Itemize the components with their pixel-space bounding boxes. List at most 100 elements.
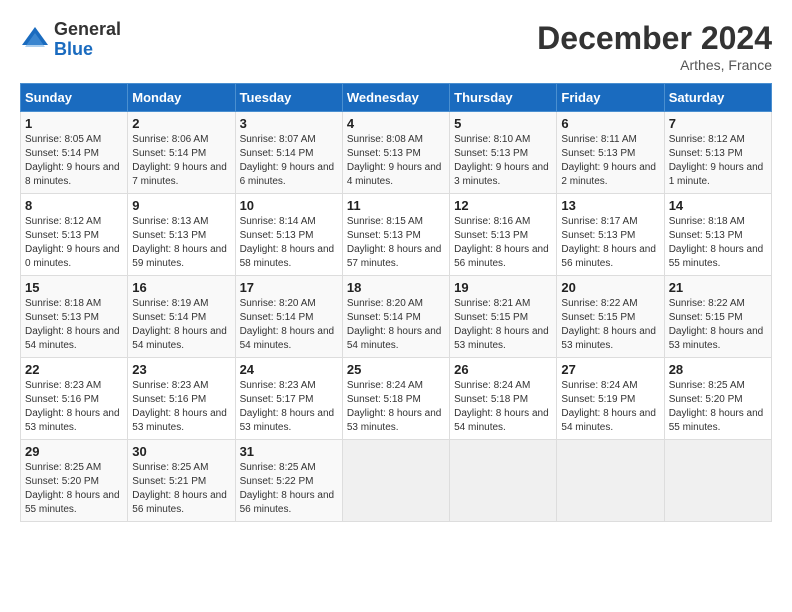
- table-row: 1 Sunrise: 8:05 AMSunset: 5:14 PMDayligh…: [21, 112, 128, 194]
- table-row: 13 Sunrise: 8:17 AMSunset: 5:13 PMDaylig…: [557, 194, 664, 276]
- page-header: General Blue December 2024 Arthes, Franc…: [20, 20, 772, 73]
- day-detail: Sunrise: 8:24 AMSunset: 5:19 PMDaylight:…: [561, 380, 656, 433]
- day-number: 28: [669, 362, 767, 377]
- table-row: 12 Sunrise: 8:16 AMSunset: 5:13 PMDaylig…: [450, 194, 557, 276]
- day-detail: Sunrise: 8:16 AMSunset: 5:13 PMDaylight:…: [454, 216, 549, 269]
- table-row: 2 Sunrise: 8:06 AMSunset: 5:14 PMDayligh…: [128, 112, 235, 194]
- title-block: December 2024 Arthes, France: [537, 20, 772, 73]
- day-detail: Sunrise: 8:14 AMSunset: 5:13 PMDaylight:…: [240, 216, 335, 269]
- table-row: 26 Sunrise: 8:24 AMSunset: 5:18 PMDaylig…: [450, 358, 557, 440]
- day-number: 27: [561, 362, 659, 377]
- day-number: 15: [25, 280, 123, 295]
- day-number: 18: [347, 280, 445, 295]
- table-row: [450, 440, 557, 522]
- day-number: 22: [25, 362, 123, 377]
- day-detail: Sunrise: 8:18 AMSunset: 5:13 PMDaylight:…: [25, 298, 120, 351]
- day-number: 24: [240, 362, 338, 377]
- day-number: 8: [25, 198, 123, 213]
- day-number: 17: [240, 280, 338, 295]
- table-row: 11 Sunrise: 8:15 AMSunset: 5:13 PMDaylig…: [342, 194, 449, 276]
- day-number: 2: [132, 116, 230, 131]
- table-row: [664, 440, 771, 522]
- day-number: 10: [240, 198, 338, 213]
- table-row: 10 Sunrise: 8:14 AMSunset: 5:13 PMDaylig…: [235, 194, 342, 276]
- day-number: 23: [132, 362, 230, 377]
- table-row: 20 Sunrise: 8:22 AMSunset: 5:15 PMDaylig…: [557, 276, 664, 358]
- table-row: 29 Sunrise: 8:25 AMSunset: 5:20 PMDaylig…: [21, 440, 128, 522]
- calendar-row: 1 Sunrise: 8:05 AMSunset: 5:14 PMDayligh…: [21, 112, 772, 194]
- day-detail: Sunrise: 8:18 AMSunset: 5:13 PMDaylight:…: [669, 216, 764, 269]
- table-row: 3 Sunrise: 8:07 AMSunset: 5:14 PMDayligh…: [235, 112, 342, 194]
- day-detail: Sunrise: 8:25 AMSunset: 5:20 PMDaylight:…: [25, 462, 120, 515]
- day-number: 25: [347, 362, 445, 377]
- logo-general: General: [54, 20, 121, 40]
- calendar-row: 8 Sunrise: 8:12 AMSunset: 5:13 PMDayligh…: [21, 194, 772, 276]
- table-row: 19 Sunrise: 8:21 AMSunset: 5:15 PMDaylig…: [450, 276, 557, 358]
- table-row: [342, 440, 449, 522]
- day-headers: Sunday Monday Tuesday Wednesday Thursday…: [21, 84, 772, 112]
- logo-icon: [20, 25, 50, 55]
- day-detail: Sunrise: 8:15 AMSunset: 5:13 PMDaylight:…: [347, 216, 442, 269]
- day-number: 19: [454, 280, 552, 295]
- day-detail: Sunrise: 8:12 AMSunset: 5:13 PMDaylight:…: [25, 216, 120, 269]
- logo: General Blue: [20, 20, 121, 60]
- day-number: 7: [669, 116, 767, 131]
- day-detail: Sunrise: 8:19 AMSunset: 5:14 PMDaylight:…: [132, 298, 227, 351]
- calendar-row: 22 Sunrise: 8:23 AMSunset: 5:16 PMDaylig…: [21, 358, 772, 440]
- header-saturday: Saturday: [664, 84, 771, 112]
- header-thursday: Thursday: [450, 84, 557, 112]
- day-detail: Sunrise: 8:23 AMSunset: 5:17 PMDaylight:…: [240, 380, 335, 433]
- table-row: 14 Sunrise: 8:18 AMSunset: 5:13 PMDaylig…: [664, 194, 771, 276]
- day-number: 3: [240, 116, 338, 131]
- day-detail: Sunrise: 8:23 AMSunset: 5:16 PMDaylight:…: [25, 380, 120, 433]
- table-row: 16 Sunrise: 8:19 AMSunset: 5:14 PMDaylig…: [128, 276, 235, 358]
- day-detail: Sunrise: 8:23 AMSunset: 5:16 PMDaylight:…: [132, 380, 227, 433]
- day-detail: Sunrise: 8:25 AMSunset: 5:20 PMDaylight:…: [669, 380, 764, 433]
- day-detail: Sunrise: 8:07 AMSunset: 5:14 PMDaylight:…: [240, 134, 335, 187]
- table-row: 6 Sunrise: 8:11 AMSunset: 5:13 PMDayligh…: [557, 112, 664, 194]
- day-number: 6: [561, 116, 659, 131]
- table-row: 28 Sunrise: 8:25 AMSunset: 5:20 PMDaylig…: [664, 358, 771, 440]
- day-number: 4: [347, 116, 445, 131]
- day-detail: Sunrise: 8:13 AMSunset: 5:13 PMDaylight:…: [132, 216, 227, 269]
- table-row: 5 Sunrise: 8:10 AMSunset: 5:13 PMDayligh…: [450, 112, 557, 194]
- table-row: 30 Sunrise: 8:25 AMSunset: 5:21 PMDaylig…: [128, 440, 235, 522]
- day-detail: Sunrise: 8:08 AMSunset: 5:13 PMDaylight:…: [347, 134, 442, 187]
- day-detail: Sunrise: 8:24 AMSunset: 5:18 PMDaylight:…: [347, 380, 442, 433]
- day-detail: Sunrise: 8:22 AMSunset: 5:15 PMDaylight:…: [561, 298, 656, 351]
- day-number: 1: [25, 116, 123, 131]
- calendar-row: 29 Sunrise: 8:25 AMSunset: 5:20 PMDaylig…: [21, 440, 772, 522]
- table-row: 18 Sunrise: 8:20 AMSunset: 5:14 PMDaylig…: [342, 276, 449, 358]
- table-row: 9 Sunrise: 8:13 AMSunset: 5:13 PMDayligh…: [128, 194, 235, 276]
- day-detail: Sunrise: 8:21 AMSunset: 5:15 PMDaylight:…: [454, 298, 549, 351]
- day-number: 14: [669, 198, 767, 213]
- day-number: 20: [561, 280, 659, 295]
- logo-blue: Blue: [54, 40, 121, 60]
- month-title: December 2024: [537, 20, 772, 57]
- header-wednesday: Wednesday: [342, 84, 449, 112]
- calendar-table: Sunday Monday Tuesday Wednesday Thursday…: [20, 83, 772, 522]
- day-detail: Sunrise: 8:12 AMSunset: 5:13 PMDaylight:…: [669, 134, 764, 187]
- day-number: 21: [669, 280, 767, 295]
- day-number: 29: [25, 444, 123, 459]
- day-detail: Sunrise: 8:20 AMSunset: 5:14 PMDaylight:…: [347, 298, 442, 351]
- day-number: 31: [240, 444, 338, 459]
- day-detail: Sunrise: 8:05 AMSunset: 5:14 PMDaylight:…: [25, 134, 120, 187]
- day-detail: Sunrise: 8:24 AMSunset: 5:18 PMDaylight:…: [454, 380, 549, 433]
- day-number: 5: [454, 116, 552, 131]
- table-row: 4 Sunrise: 8:08 AMSunset: 5:13 PMDayligh…: [342, 112, 449, 194]
- day-detail: Sunrise: 8:10 AMSunset: 5:13 PMDaylight:…: [454, 134, 549, 187]
- table-row: [557, 440, 664, 522]
- day-detail: Sunrise: 8:25 AMSunset: 5:21 PMDaylight:…: [132, 462, 227, 515]
- day-detail: Sunrise: 8:06 AMSunset: 5:14 PMDaylight:…: [132, 134, 227, 187]
- day-number: 16: [132, 280, 230, 295]
- header-friday: Friday: [557, 84, 664, 112]
- day-number: 12: [454, 198, 552, 213]
- table-row: 23 Sunrise: 8:23 AMSunset: 5:16 PMDaylig…: [128, 358, 235, 440]
- location: Arthes, France: [537, 57, 772, 73]
- table-row: 25 Sunrise: 8:24 AMSunset: 5:18 PMDaylig…: [342, 358, 449, 440]
- calendar-row: 15 Sunrise: 8:18 AMSunset: 5:13 PMDaylig…: [21, 276, 772, 358]
- table-row: 7 Sunrise: 8:12 AMSunset: 5:13 PMDayligh…: [664, 112, 771, 194]
- day-detail: Sunrise: 8:20 AMSunset: 5:14 PMDaylight:…: [240, 298, 335, 351]
- table-row: 22 Sunrise: 8:23 AMSunset: 5:16 PMDaylig…: [21, 358, 128, 440]
